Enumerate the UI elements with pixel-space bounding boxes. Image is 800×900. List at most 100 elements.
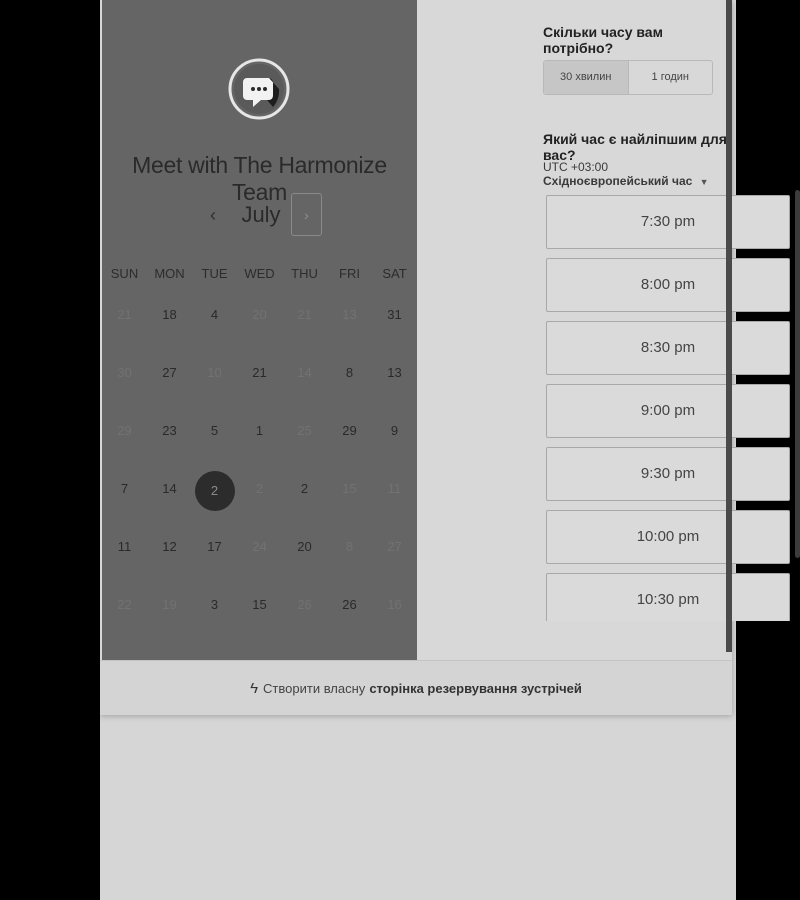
calendar-day: 30 [102, 348, 147, 398]
chat-bubble-icon [228, 58, 290, 120]
page-scrollbar[interactable] [726, 0, 732, 652]
calendar-week-row: 7 14 2 2 2 15 11 [102, 464, 417, 522]
calendar-day[interactable]: 15 [237, 580, 282, 630]
calendar-day[interactable]: 4 [192, 290, 237, 340]
time-slot-scrollbar[interactable] [795, 190, 800, 558]
weekday-label: SUN [110, 266, 139, 281]
calendar-day[interactable]: 29 [327, 406, 372, 456]
timezone-selector[interactable]: UTC +03:00 Східноєвропейський час ▼ [543, 160, 732, 188]
time-slot-button[interactable]: 10:30 pm [546, 573, 790, 621]
time-slot-button[interactable]: 8:00 pm [546, 258, 790, 312]
calendar-day: 19 [147, 580, 192, 630]
weekday-label: FRI [339, 266, 360, 281]
calendar-day-number: 7 [120, 481, 129, 496]
calendar-day[interactable]: 20 [282, 522, 327, 572]
calendar-day-number: 2 [300, 481, 309, 496]
calendar-day[interactable]: 2 [282, 464, 327, 514]
weekday-label: SAT [382, 266, 407, 281]
footer: ϟ Створити власну сторінка резервування … [100, 660, 732, 715]
calendar-day-number: 20 [252, 307, 267, 322]
calendar-day[interactable]: 12 [147, 522, 192, 572]
duration-question: Скільки часу вам потрібно? [543, 24, 663, 56]
duration-option-1hour[interactable]: 1 годин [629, 61, 713, 94]
calendar-day-selected[interactable]: 2 [192, 464, 237, 514]
calendar-day-number: 15 [342, 481, 357, 496]
weekday-label: WED [244, 266, 275, 281]
weekday-label: TUE [201, 266, 228, 281]
timezone-offset: UTC +03:00 [543, 160, 609, 174]
calendar-day[interactable]: 5 [192, 406, 237, 456]
calendar-day-number: 14 [162, 481, 177, 496]
page-background: Meet with The Harmonize Team ‹ July › SU… [100, 0, 800, 900]
calendar-day[interactable]: 31 [372, 290, 417, 340]
calendar-day-number: 2 [194, 471, 235, 511]
calendar-day[interactable]: 11 [102, 522, 147, 572]
caret-down-icon: ▼ [699, 177, 709, 187]
calendar-day[interactable]: 17 [192, 522, 237, 572]
time-question: Який час є найліпшим для вас? [543, 131, 727, 163]
calendar-day: 11 [372, 464, 417, 514]
time-slot-button[interactable]: 9:00 pm [546, 384, 790, 438]
calendar-day-number: 14 [297, 365, 312, 380]
calendar-day: 27 [372, 522, 417, 572]
calendar-day[interactable]: 8 [327, 348, 372, 398]
calendar-day-number: 21 [117, 307, 132, 322]
calendar-day[interactable]: 7 [102, 464, 147, 514]
timezone-name: Східноєвропейський час [543, 174, 693, 188]
calendar-day-number: 21 [252, 365, 267, 380]
time-slot-button[interactable]: 10:00 pm [546, 510, 790, 564]
calendar-day-number: 25 [297, 423, 312, 438]
calendar-day: 14 [282, 348, 327, 398]
calendar-day: 10 [192, 348, 237, 398]
calendar-day-number: 19 [162, 597, 177, 612]
create-booking-page-link[interactable]: сторінка резервування зустрічей [369, 681, 582, 696]
footer-prefix: Створити власну [263, 680, 366, 696]
next-month-button[interactable]: › [291, 193, 322, 236]
weekday-header: SUN MON TUE WED THU FRI SAT [102, 266, 417, 281]
calendar-day-number: 1 [255, 423, 264, 438]
calendar-day[interactable]: 13 [372, 348, 417, 398]
calendar-week-row: 30 27 10 21 14 8 13 [102, 348, 417, 406]
weekday-label: MON [154, 266, 185, 281]
calendar-day: 26 [282, 580, 327, 630]
calendar-day: 21 [102, 290, 147, 340]
calendar-day[interactable]: 14 [147, 464, 192, 514]
avatar [228, 48, 290, 130]
month-label: July [241, 202, 281, 227]
booking-panel: Скільки часу вам потрібно? 30 хвилин 1 г… [417, 0, 800, 660]
calendar-week-row: 11 12 17 24 20 8 27 [102, 522, 417, 580]
time-slot-list[interactable]: 7:30 pm 8:00 pm 8:30 pm 9:00 pm 9:30 pm 10:00… [546, 195, 790, 621]
calendar-week-row: 29 23 5 1 25 29 9 [102, 406, 417, 464]
calendar-day-number: 17 [207, 539, 222, 554]
calendar-day[interactable]: 21 [237, 348, 282, 398]
calendar-day: 24 [237, 522, 282, 572]
calendar-day[interactable]: 26 [327, 580, 372, 630]
calendar-day[interactable]: 27 [147, 348, 192, 398]
calendar-day: 21 [282, 290, 327, 340]
time-slot-button[interactable]: 7:30 pm [546, 195, 790, 249]
calendar-day-number: 29 [117, 423, 132, 438]
weekday-label: THU [291, 266, 318, 281]
calendar-day[interactable]: 18 [147, 290, 192, 340]
duration-option-30min[interactable]: 30 хвилин [544, 61, 629, 94]
time-slot-button[interactable]: 8:30 pm [546, 321, 790, 375]
calendar-day-number: 27 [387, 539, 402, 554]
calendar-day[interactable]: 1 [237, 406, 282, 456]
calendar-week-row: 21 18 4 20 21 13 31 [102, 290, 417, 348]
calendar-day-number: 30 [117, 365, 132, 380]
prev-month-button[interactable]: ‹ [203, 202, 223, 228]
calendar-day-number: 4 [210, 307, 219, 322]
calendar-day[interactable]: 3 [192, 580, 237, 630]
time-slot-button[interactable]: 9:30 pm [546, 447, 790, 501]
calendar-day[interactable]: 9 [372, 406, 417, 456]
month-navigation: ‹ July › [102, 192, 417, 238]
calendar-day-number: 22 [117, 597, 132, 612]
calendar-day-number: 31 [387, 307, 402, 322]
calendar-day[interactable]: 23 [147, 406, 192, 456]
calendar-day: 25 [282, 406, 327, 456]
calendar-day-number: 11 [117, 539, 132, 554]
calendar-day-number: 26 [342, 597, 357, 612]
calendar-day-number: 15 [252, 597, 267, 612]
calendar-day-number: 8 [345, 539, 354, 554]
calendar-day-number: 8 [345, 365, 354, 380]
